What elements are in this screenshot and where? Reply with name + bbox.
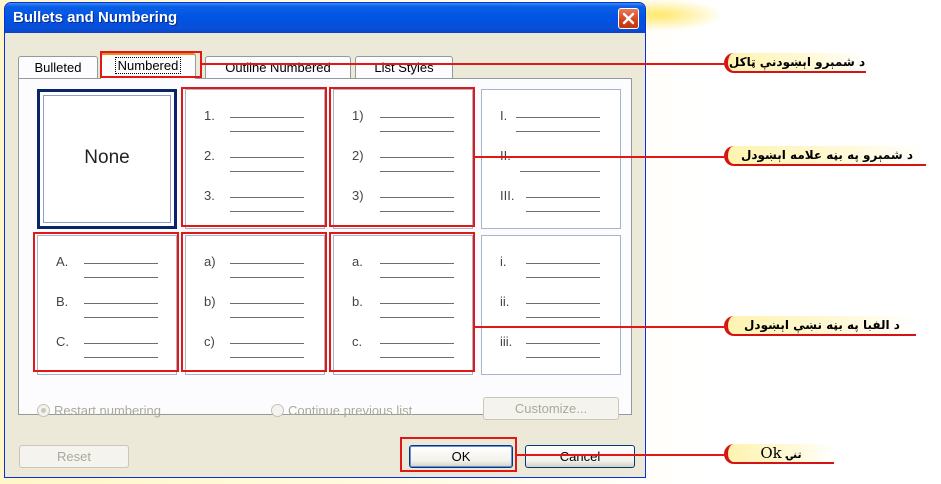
highlight-numbered-tab	[100, 51, 202, 78]
continue-list-option[interactable]: Continue previous list	[271, 403, 412, 418]
callout-ok-word: Ok	[760, 444, 782, 462]
continue-radio[interactable]	[271, 404, 284, 417]
restart-label: Restart numbering	[54, 403, 161, 418]
callout-numbers-format: د شمېرو په بڼه علامه اېښودل	[724, 146, 926, 166]
highlight-arabic-period	[181, 87, 327, 227]
leader-line-numbers	[475, 156, 727, 158]
tab-bulleted-label: Bulleted	[34, 60, 82, 75]
highlight-arabic-paren	[329, 87, 475, 227]
restart-radio[interactable]	[37, 404, 50, 417]
callout-ok-button: Ok تنۍ	[724, 444, 834, 464]
highlight-lower-alpha-period	[329, 232, 475, 372]
none-label: None	[84, 147, 130, 168]
marker: III.	[500, 188, 515, 203]
marker: I.	[500, 108, 508, 123]
option-lower-roman[interactable]: i. ii. iii.	[481, 235, 621, 375]
title-bar[interactable]: Bullets and Numbering	[5, 3, 645, 33]
tab-bulleted[interactable]: Bulleted	[18, 56, 98, 78]
marker: ii.	[500, 294, 510, 309]
option-upper-roman[interactable]: I. II. III.	[481, 89, 621, 229]
close-button[interactable]	[618, 8, 639, 29]
callout-ok-suffix: تنۍ	[786, 448, 802, 461]
close-icon	[622, 12, 635, 25]
leader-line-tab	[202, 63, 727, 65]
leader-line-ok	[517, 454, 727, 456]
callout-choose-numbering: د شمېرو اېښودنې ټاکل	[724, 53, 866, 73]
highlight-lower-alpha-paren	[181, 232, 327, 372]
continue-label: Continue previous list	[288, 403, 413, 418]
highlight-ok-button	[400, 437, 517, 472]
restart-numbering-option[interactable]: Restart numbering	[37, 403, 161, 418]
reset-button[interactable]: Reset	[19, 445, 129, 468]
leader-line-letters	[475, 326, 727, 328]
callout-letters-format: د الفبا په بڼه نښې اېښودل	[724, 316, 916, 336]
cancel-button[interactable]: Cancel	[525, 445, 635, 468]
tab-list-styles[interactable]: List Styles	[355, 56, 453, 78]
option-none[interactable]: None	[37, 89, 177, 229]
highlight-upper-alpha	[33, 232, 179, 372]
customize-button[interactable]: Customize...	[483, 397, 619, 420]
marker: i.	[500, 254, 507, 269]
marker: iii.	[500, 334, 513, 349]
tab-outline-numbered[interactable]: Outline Numbered	[205, 56, 351, 78]
dialog-title: Bullets and Numbering	[13, 9, 178, 26]
